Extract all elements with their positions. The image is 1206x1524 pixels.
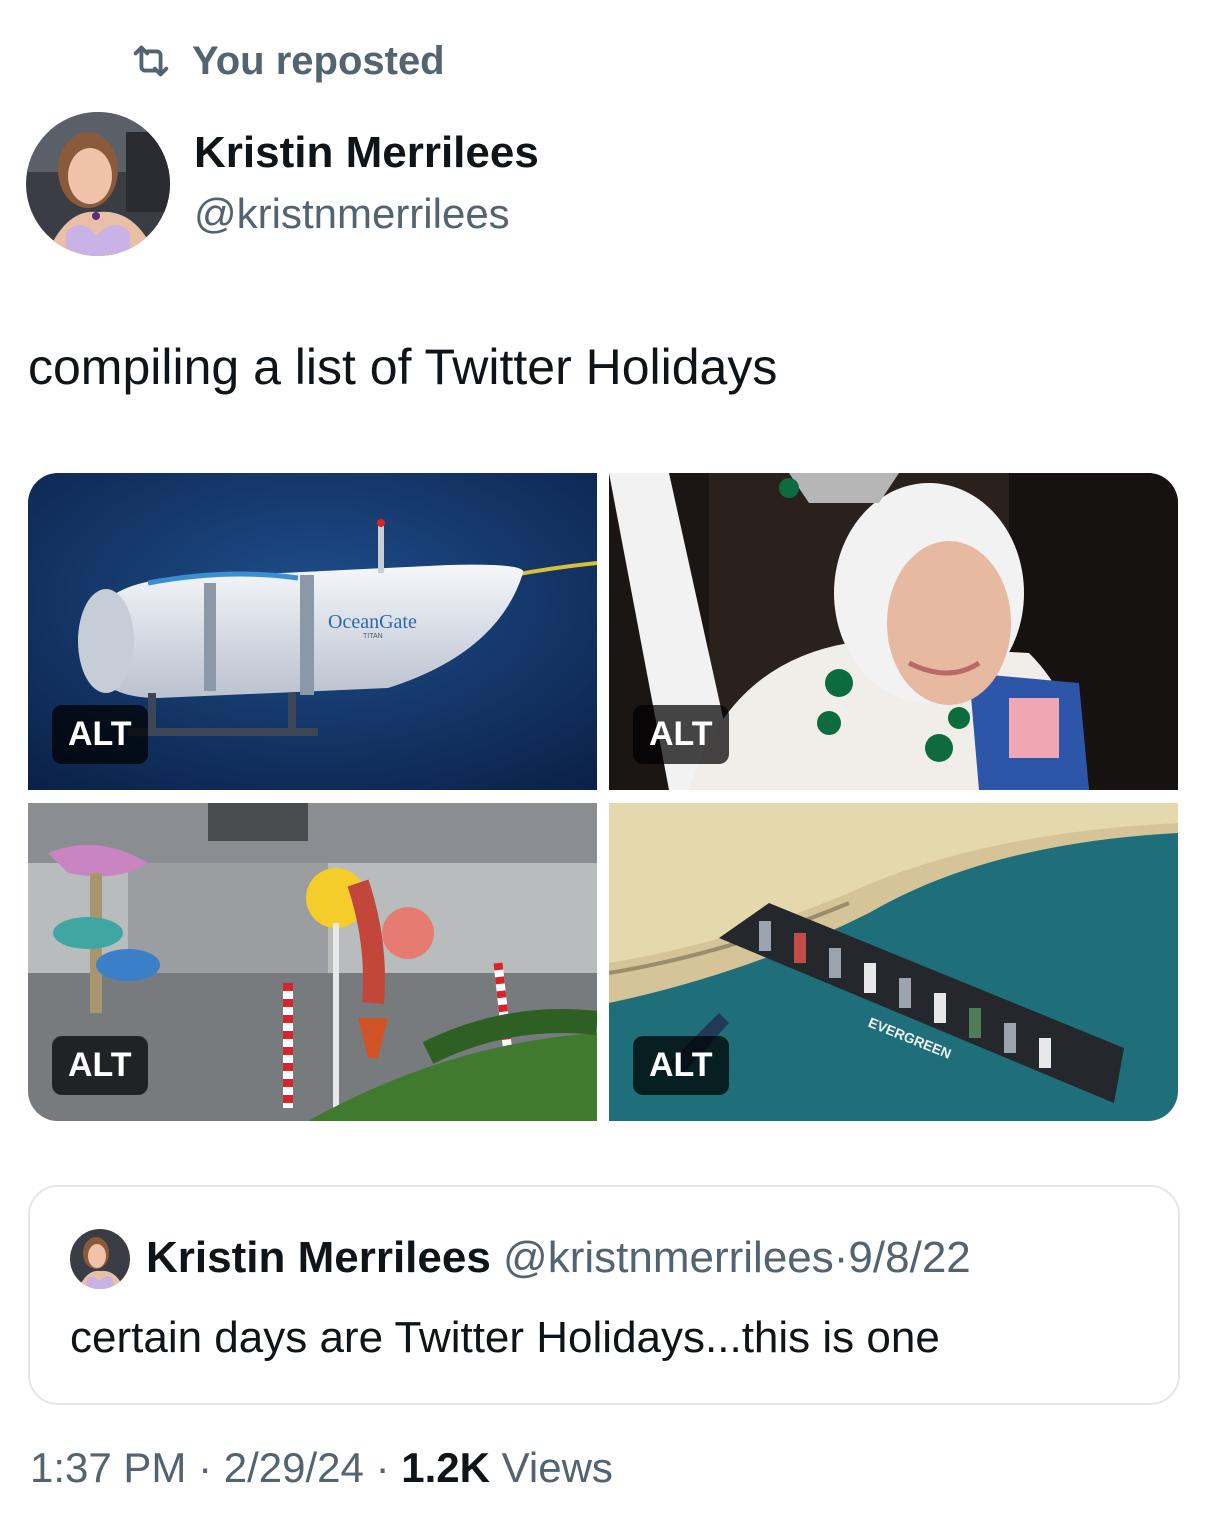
meta-separator: · [375,1444,390,1491]
media-ever-given[interactable]: EVERGREEN ALT [609,803,1178,1121]
author-avatar[interactable] [26,112,170,256]
meta-separator: · [198,1444,213,1491]
tweet-date[interactable]: 2/29/24 [224,1444,364,1491]
media-submarine[interactable]: OceanGate TITAN ALT [28,473,597,790]
quoted-author-handle: @kristnmerrilees [503,1233,834,1282]
quoted-date: 9/8/22 [848,1233,971,1282]
quoted-separator: · [833,1233,849,1282]
quoted-header: Kristin Merrilees @kristnmerrilees·9/8/2… [146,1233,971,1283]
views-count[interactable]: 1.2K [401,1444,490,1491]
author-name[interactable]: Kristin Merrilees [194,128,539,178]
repost-label: You reposted [192,38,445,83]
quoted-author-name: Kristin Merrilees [146,1233,491,1282]
alt-badge[interactable]: ALT [52,1036,148,1095]
alt-badge[interactable]: ALT [633,1036,729,1095]
views-label: Views [501,1444,613,1491]
media-grid: OceanGate TITAN ALT ALT ALT EVERGREEN AL… [28,473,1178,1121]
tweet-meta: 1:37 PM · 2/29/24 · 1.2K Views [30,1444,613,1492]
author-handle[interactable]: @kristnmerrilees [194,190,510,238]
repost-indicator[interactable]: You reposted [128,38,445,84]
media-queen[interactable]: ALT [609,473,1178,790]
titan-text: TITAN [363,633,383,640]
quoted-author-avatar [70,1229,130,1289]
tweet-time[interactable]: 1:37 PM [30,1444,186,1491]
alt-badge[interactable]: ALT [52,705,148,764]
tweet-text: compiling a list of Twitter Holidays [28,339,778,395]
quoted-text: certain days are Twitter Holidays...this… [70,1313,940,1362]
quoted-tweet[interactable]: Kristin Merrilees @kristnmerrilees·9/8/2… [28,1185,1180,1405]
media-candy-land[interactable]: ALT [28,803,597,1121]
repost-icon [133,45,169,77]
alt-badge[interactable]: ALT [633,705,729,764]
oceangate-logo-text: OceanGate [328,611,417,633]
